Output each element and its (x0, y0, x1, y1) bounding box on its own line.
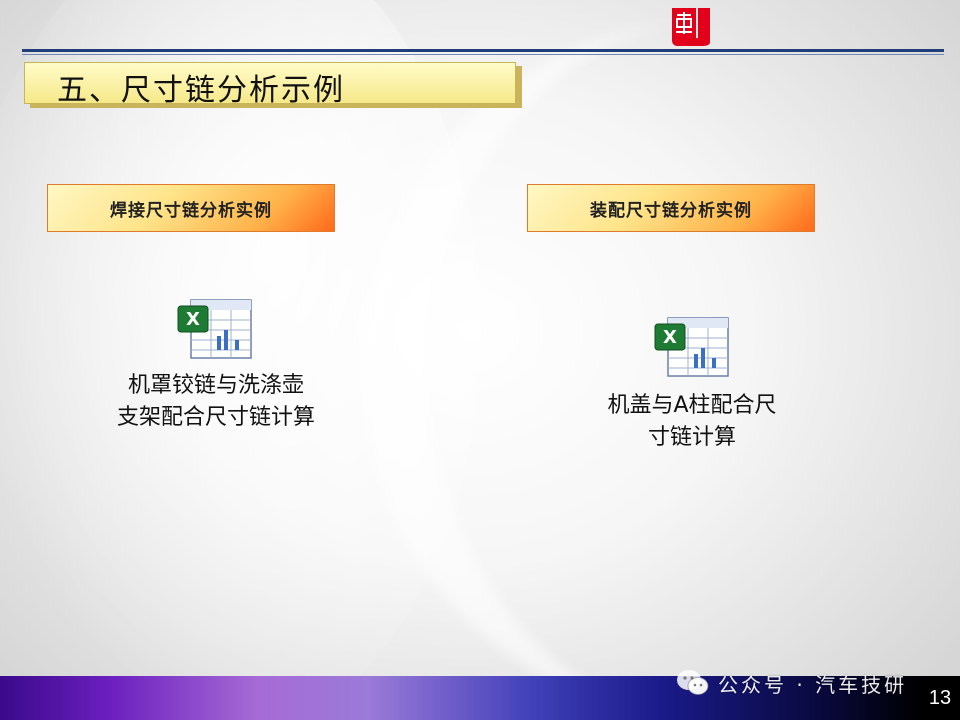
header-rule (22, 49, 944, 52)
header-rule-thin (22, 54, 944, 55)
section-heading-assembly[interactable]: 装配尺寸链分析实例 (527, 184, 815, 232)
caption-assembly-line2: 寸链计算 (647, 425, 736, 450)
svg-text:X: X (663, 327, 677, 348)
svg-text:X: X (186, 309, 200, 330)
slide: 五、尺寸链分析示例 焊接尺寸链分析实例 X 机罩铰链与洗涤壶 支架配合尺寸链计算… (0, 0, 960, 720)
wechat-icon (677, 670, 709, 695)
caption-welding: 机罩铰链与洗涤壶 支架配合尺寸链计算 (86, 370, 346, 434)
section-heading-welding[interactable]: 焊接尺寸链分析实例 (47, 184, 335, 232)
caption-welding-line1: 机罩铰链与洗涤壶 (127, 373, 304, 398)
slide-title-box: 五、尺寸链分析示例 (24, 62, 516, 108)
slide-title: 五、尺寸链分析示例 (57, 73, 345, 108)
watermark: 公众号 · 汽车技研 (676, 664, 907, 702)
caption-assembly: 机盖与A柱配合尺 寸链计算 (562, 390, 822, 454)
page-number: 13 (920, 676, 960, 720)
caption-welding-line2: 支架配合尺寸链计算 (116, 405, 315, 430)
watermark-text: 公众号 · 汽车技研 (718, 672, 908, 697)
company-logo-icon (672, 8, 710, 46)
excel-spreadsheet-icon[interactable]: X (177, 296, 253, 360)
excel-spreadsheet-icon[interactable]: X (654, 314, 730, 378)
caption-assembly-line1: 机盖与A柱配合尺 (607, 393, 777, 418)
